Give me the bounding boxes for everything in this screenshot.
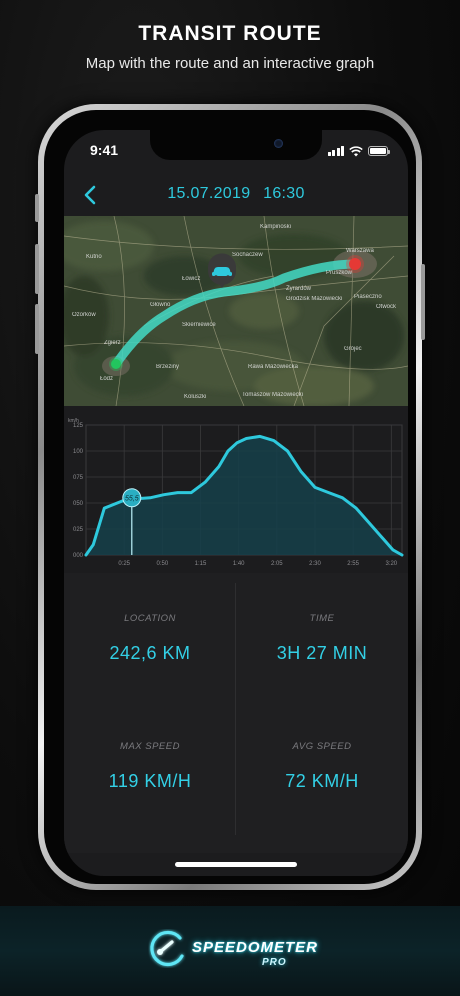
chart-ylabel: km/h <box>68 418 79 424</box>
stat-time-value: 3H 27 MIN <box>276 643 368 663</box>
status-bar: 9:41 <box>64 142 408 162</box>
map-label: Tomaszów Mazowiecki <box>242 392 304 398</box>
map-label: Kutno <box>86 254 102 260</box>
phone-bezel: 9:41 15.07.2019 16:30 Warszawa Łódź Skie… <box>44 110 416 884</box>
chart-ytick-label: 100 <box>73 449 84 455</box>
speed-chart-svg[interactable]: 000025050075100125km/h0:25 0:50 1:15 1:40 2:… <box>64 413 408 573</box>
brand-pro: PRO <box>262 957 287 968</box>
stat-location-label: LOCATION <box>124 613 176 624</box>
promo-title: TRANSIT ROUTE <box>138 22 322 45</box>
map-label: Rawa Mazowiecka <box>248 364 299 370</box>
chart-ytick-label: 000 <box>73 553 84 559</box>
map-label: Otwock <box>376 304 397 310</box>
stat-avg-speed-value: 72 KM/H <box>285 771 359 791</box>
stat-avg-speed-label: AVG SPEED <box>292 741 352 752</box>
stat-max-speed-value: 119 KM/H <box>108 771 192 791</box>
map-label: Pruszków <box>326 270 353 276</box>
chart-xtick-label: 0:25 <box>118 561 130 567</box>
map-terrain <box>64 216 408 406</box>
volume-down-button <box>35 304 39 354</box>
wifi-icon <box>349 145 363 156</box>
map-label: Piaseczno <box>354 294 382 300</box>
volume-up-button <box>35 244 39 294</box>
trip-stats: LOCATION 242,6 KM TIME 3H 27 MIN MAX SPE… <box>64 573 408 853</box>
chart-xtick-label: 1:15 <box>195 561 207 567</box>
map-label: Łódź <box>100 376 114 382</box>
power-button <box>421 264 425 340</box>
map-label: Skierniewice <box>182 322 216 328</box>
route-map[interactable]: Warszawa Łódź Skierniewice Żyrardów Grod… <box>64 216 408 406</box>
map-label: Zgierz <box>104 340 121 346</box>
chart-xtick-label: 1:40 <box>233 561 245 567</box>
route-end-marker <box>349 258 361 270</box>
trip-time: 16:30 <box>263 185 305 202</box>
route-start-marker <box>111 359 121 369</box>
map-label: Żyrardów <box>286 286 312 292</box>
home-indicator[interactable] <box>175 862 297 867</box>
trip-date: 15.07.2019 <box>167 185 251 202</box>
brand-name: SPEEDOMETER <box>192 939 319 956</box>
chart-xtick-label: 2:05 <box>271 561 283 567</box>
map-label: Łowicz <box>182 276 201 282</box>
map-label: Warszawa <box>346 248 374 254</box>
battery-icon <box>368 146 390 156</box>
chart-xtick-label: 3:20 <box>385 561 397 567</box>
stat-avg-speed: AVG SPEED 72 KM/H <box>236 741 408 792</box>
mute-switch <box>35 194 39 222</box>
brand-bar: SPEEDOMETER PRO <box>0 906 460 996</box>
chart-xtick-label: 0:50 <box>156 561 168 567</box>
stat-max-speed-label: MAX SPEED <box>120 741 180 752</box>
map-label: Grodzisk Mazowiecki <box>286 296 343 302</box>
chart-ytick-label: 025 <box>73 527 84 533</box>
map-label: Brzeziny <box>156 364 180 370</box>
map-label: Grójec <box>344 346 362 352</box>
status-icons <box>327 145 390 157</box>
cellular-signal-icon <box>327 146 344 156</box>
chart-xtick-label: 2:30 <box>309 561 321 567</box>
speedometer-gauge-icon <box>150 930 184 967</box>
chart-ytick-label: 075 <box>73 475 84 481</box>
promo-subtitle: Map with the route and an interactive gr… <box>85 55 375 72</box>
app-screen: 9:41 15.07.2019 16:30 Warszawa Łódź Skie… <box>64 130 408 876</box>
map-label: Głowno <box>150 302 171 308</box>
map-label: Koluszki <box>184 394 207 400</box>
stat-time-label: TIME <box>309 613 335 624</box>
status-time: 9:41 <box>90 142 119 158</box>
chart-xtick-label: 2:55 <box>347 561 359 567</box>
chart-selection-label: 55,5 <box>125 495 139 502</box>
stat-max-speed: MAX SPEED 119 KM/H <box>64 741 236 792</box>
map-label: Ozorków <box>72 312 96 318</box>
stat-location: LOCATION 242,6 KM <box>64 613 236 664</box>
map-label: Sochaczew <box>232 252 263 258</box>
nav-bar: 15.07.2019 16:30 <box>64 178 408 212</box>
stat-time: TIME 3H 27 MIN <box>236 613 408 664</box>
phone-frame: 9:41 15.07.2019 16:30 Warszawa Łódź Skie… <box>35 104 425 890</box>
chart-ytick-label: 050 <box>73 501 84 507</box>
stat-location-value: 242,6 KM <box>109 643 191 663</box>
map-label: Kampinoski <box>260 224 292 230</box>
trip-datetime: 15.07.2019 16:30 <box>64 185 408 203</box>
speed-chart[interactable]: 000 025 050 075 100 125 km/h 0:25 0:50 1:15 1:40 2:… <box>64 413 408 573</box>
